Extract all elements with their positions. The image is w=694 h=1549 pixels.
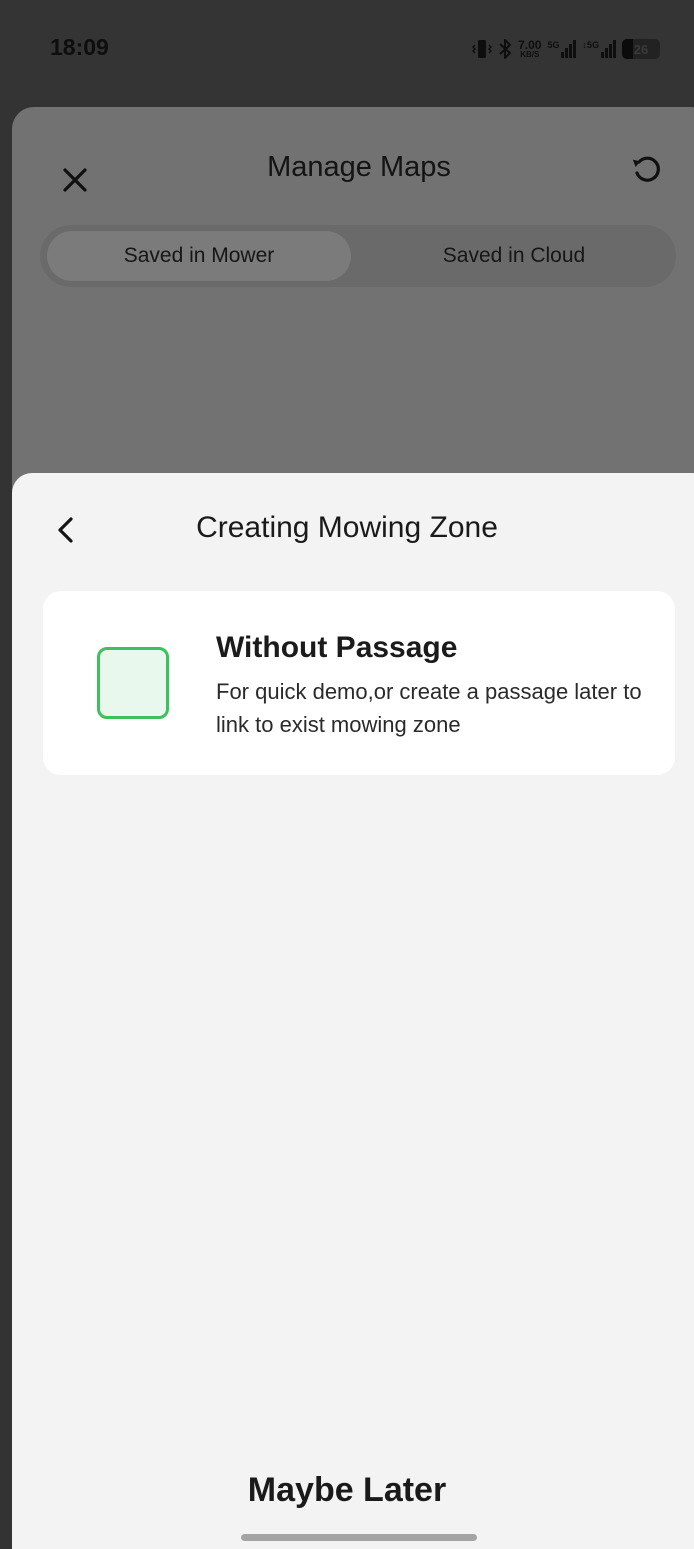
vibrate-icon <box>472 40 493 58</box>
network-speed-unit: KB/S <box>520 50 540 59</box>
refresh-icon[interactable] <box>630 152 662 184</box>
status-time: 18:09 <box>50 34 109 60</box>
sheet-title: Creating Mowing Zone <box>196 511 498 544</box>
bluetooth-icon <box>499 39 512 59</box>
battery-icon: 26 <box>622 39 660 59</box>
signal-5g-2: ↕5G <box>582 40 616 58</box>
zone-square-icon <box>97 647 169 719</box>
status-icons: 7.00 KB/S 5G ↕5G 26 <box>472 36 660 62</box>
tab-saved-in-mower[interactable]: Saved in Mower <box>47 231 351 281</box>
battery-level: 26 <box>633 41 649 57</box>
option-title: Without Passage <box>216 631 458 664</box>
status-bar: 18:09 7.00 KB/S 5G ↕5G 26 <box>0 0 694 100</box>
creating-zone-sheet: Creating Mowing Zone Without Passage For… <box>12 473 694 1549</box>
signal-label: 5G <box>547 40 560 50</box>
option-description: For quick demo,or create a passage later… <box>216 679 642 737</box>
network-speed: 7.00 KB/S <box>518 39 541 59</box>
signal-label: ↕5G <box>582 40 599 50</box>
signal-5g-1: 5G <box>547 40 577 58</box>
maybe-later-button[interactable]: Maybe Later <box>0 1471 694 1510</box>
screen: 18:09 7.00 KB/S 5G ↕5G 26 Manage Maps Sa… <box>0 0 694 1549</box>
storage-tabs: Saved in Mower Saved in Cloud <box>40 225 676 287</box>
home-indicator[interactable] <box>241 1534 477 1541</box>
tab-saved-in-cloud[interactable]: Saved in Cloud <box>362 231 666 281</box>
page-title: Manage Maps <box>267 151 451 183</box>
option-without-passage[interactable]: Without Passage For quick demo,or create… <box>43 591 675 775</box>
